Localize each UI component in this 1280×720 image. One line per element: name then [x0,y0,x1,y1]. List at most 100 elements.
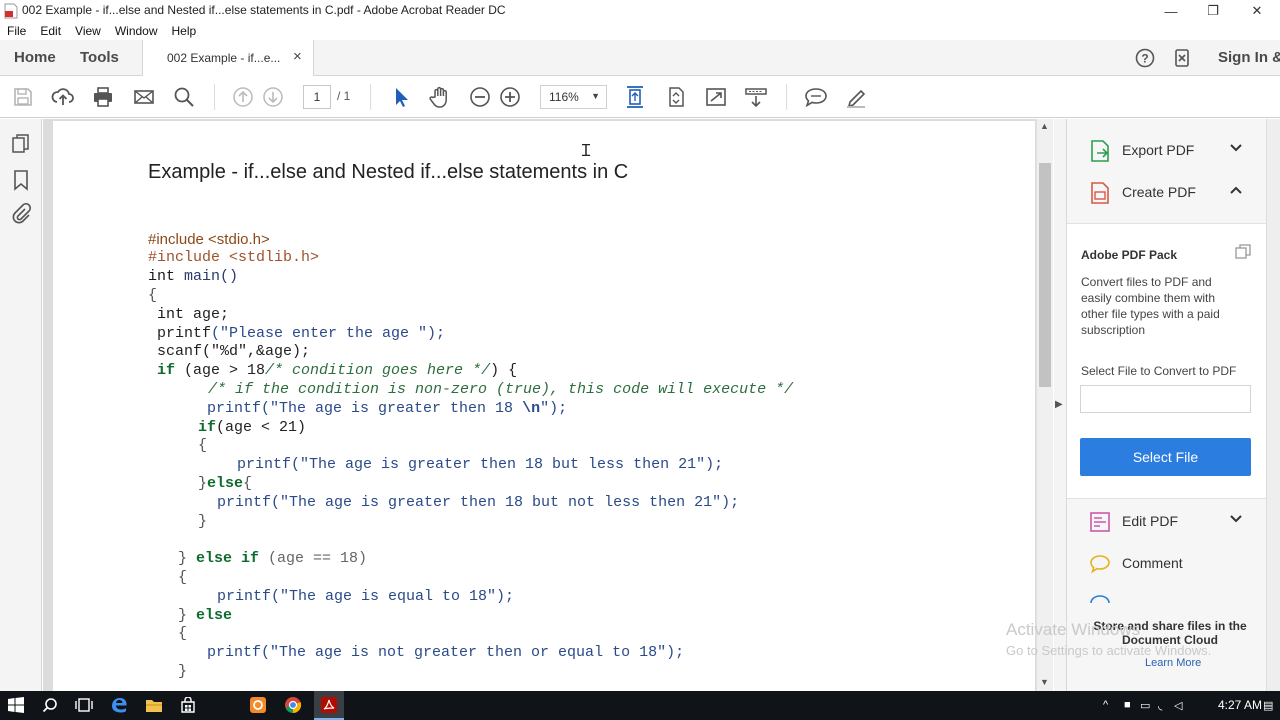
page-thumbnails-icon[interactable] [10,133,32,155]
next-page-icon[interactable] [261,85,285,109]
battery-icon[interactable]: ▭ [1140,699,1150,712]
full-screen-icon[interactable] [704,85,728,109]
menu-window[interactable]: Window [108,22,165,40]
file-explorer-icon[interactable] [144,695,164,715]
printf-call: printf [148,325,212,342]
search-icon[interactable] [40,695,60,715]
menu-help[interactable]: Help [165,22,204,40]
collapse-right-pane-icon[interactable]: ▶ [1055,399,1063,410]
help-icon[interactable]: ? [1135,48,1155,68]
attachments-icon[interactable] [10,203,32,225]
activate-windows-watermark: Activate Windows Go to Settings to activ… [1006,620,1211,658]
right-pane-toggle[interactable]: ▶ [1054,119,1066,691]
printf-call: printf("The age is greater then 18 [207,400,523,417]
tray-chevron-icon[interactable]: ^ [1103,699,1108,711]
clock[interactable]: 4:27 AM [1218,698,1262,712]
rotate-view-icon[interactable] [664,85,688,109]
chevron-down-icon: ▼ [591,91,600,101]
export-pdf-label: Export PDF [1122,142,1195,158]
search-icon[interactable] [172,85,196,109]
declaration: age; [184,306,230,323]
menu-file[interactable]: File [0,22,33,40]
file-drop-field[interactable] [1080,385,1251,413]
select-file-button[interactable]: Select File [1080,438,1251,476]
open-brace: ) { [490,362,518,379]
comment-icon[interactable] [804,85,828,109]
start-icon[interactable] [6,695,26,715]
learn-more-link[interactable]: Learn More [1145,657,1201,669]
copy-icon[interactable] [1235,244,1251,260]
left-navigation-pane [0,119,42,691]
tray-app-icon[interactable]: ■ [1124,699,1131,711]
select-cursor-icon[interactable] [388,85,412,109]
scanf-call: scanf("%d",&age); [148,343,311,360]
vertical-scrollbar[interactable]: ▲ ▼ [1036,119,1053,691]
scroll-mode-icon[interactable] [744,85,768,109]
export-pdf-item[interactable]: Export PDF [1067,133,1266,169]
document-viewport[interactable]: Example - if...else and Nested if...else… [43,119,1036,691]
close-window-button[interactable]: ✕ [1236,0,1278,22]
code-line-int-age: int age; [148,306,229,324]
print-icon[interactable] [91,85,115,109]
tab-tools[interactable]: Tools [80,49,119,66]
create-pdf-label: Create PDF [1122,184,1196,200]
notifications-icon[interactable]: ▤ [1263,699,1273,712]
sign-in-link[interactable]: Sign In & [1218,49,1280,66]
page-number-input[interactable]: 1 [303,85,331,109]
menu-edit[interactable]: Edit [33,22,68,40]
condition: (age > 18 [175,362,266,379]
hand-tool-icon[interactable] [428,85,452,109]
zoom-dropdown[interactable]: 116% ▼ [540,85,607,109]
keyword-int: int [148,268,176,285]
scroll-down-icon[interactable]: ▼ [1040,677,1049,687]
menu-view[interactable]: View [68,22,108,40]
minimize-button[interactable]: — [1150,0,1192,22]
code-line-printf-equal: printf("The age is equal to 18"); [217,588,514,606]
previous-page-icon[interactable] [231,85,255,109]
zoom-in-icon[interactable] [498,85,522,109]
tab-document[interactable]: 002 Example - if...e... × [142,40,314,76]
app-icon-orange[interactable] [248,695,268,715]
tools-pane: Export PDF Create PDF Adobe PDF Pack Con… [1066,119,1266,691]
store-icon[interactable] [178,695,198,715]
statement-end: "); [540,400,568,417]
restore-button[interactable]: ❐ [1192,0,1234,22]
keyword-int: int [148,306,185,323]
pdf-pack-description: Convert files to PDF and easily combine … [1081,275,1220,337]
create-pdf-item[interactable]: Create PDF [1067,175,1266,211]
task-view-icon[interactable] [74,695,94,715]
tab-home[interactable]: Home [14,49,56,66]
condition: (age == 18) [259,550,368,567]
keyword-else: else [187,607,233,624]
volume-icon[interactable]: ◁ [1174,699,1182,712]
zoom-out-icon[interactable] [468,85,492,109]
acrobat-taskbar-icon[interactable] [319,695,339,715]
scrollbar-thumb[interactable] [1039,163,1051,387]
scroll-up-icon[interactable]: ▲ [1040,121,1049,131]
code-line-brace: { [178,625,187,643]
comment-item[interactable]: Comment [1067,546,1266,582]
mobile-link-icon[interactable] [1172,48,1192,68]
upload-cloud-icon[interactable] [51,85,75,109]
fit-page-icon[interactable] [623,85,647,109]
keyword-else: else [207,475,244,492]
code-line-comment: /* if the condition is non-zero (true), … [208,381,793,399]
zoom-value: 116% [549,90,579,104]
title-bar: 002 Example - if...else and Nested if...… [0,0,1280,22]
code-line-nested-if: if(age < 21) [198,419,306,437]
keyword-if: if [198,419,217,436]
highlight-pen-icon[interactable] [844,85,868,109]
email-icon[interactable] [132,85,156,109]
bookmarks-icon[interactable] [10,169,32,191]
include-stdlib: #include <stdlib.h> [148,249,320,266]
code-line-printf-less-21: printf("The age is greater then 18 but l… [237,456,723,474]
save-icon[interactable] [11,85,35,109]
page-total: / 1 [337,89,351,103]
chrome-icon[interactable] [283,695,303,715]
edge-browser-icon[interactable] [109,695,129,715]
wifi-icon[interactable]: ◟ [1158,699,1162,712]
main-signature: main() [175,268,239,285]
chevron-down-icon [1230,515,1242,523]
close-tab-icon[interactable]: × [293,48,302,65]
edit-pdf-item[interactable]: Edit PDF [1067,504,1266,540]
